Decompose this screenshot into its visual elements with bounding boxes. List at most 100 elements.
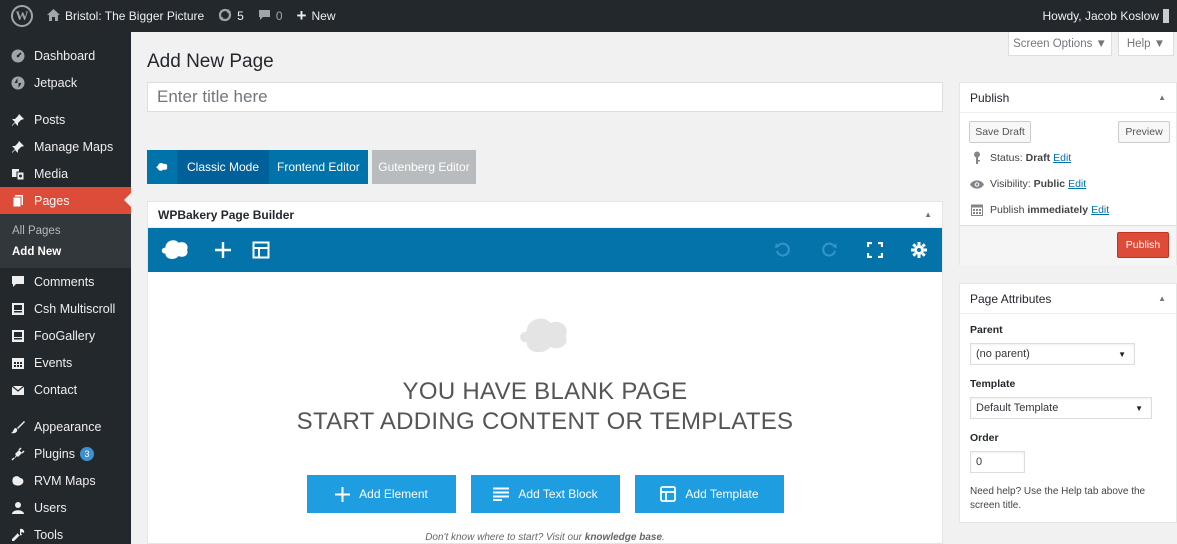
collapse-arrow-icon[interactable]: ▲ (1158, 93, 1166, 102)
sidebar-item-csh-multiscroll[interactable]: Csh Multiscroll (0, 295, 131, 322)
sidebar-item-comments[interactable]: Comments (0, 268, 131, 295)
save-draft-button[interactable]: Save Draft (969, 121, 1031, 143)
parent-select-value: (no parent) (976, 348, 1030, 360)
knowledge-base-link[interactable]: knowledge base (585, 532, 662, 543)
avatar (1163, 9, 1169, 23)
template-label: Template (970, 378, 1016, 390)
comments-link[interactable]: 0 (251, 0, 290, 32)
my-account[interactable]: Howdy, Jacob Koslow (1043, 9, 1177, 23)
parent-select[interactable]: (no parent) ▼ (970, 343, 1135, 365)
frontend-editor-button[interactable]: Frontend Editor (269, 150, 368, 184)
add-template-button[interactable]: Add Template (635, 475, 784, 513)
collapse-arrow-icon[interactable]: ▲ (1158, 294, 1166, 303)
add-element-button[interactable]: Add Element (307, 475, 456, 513)
sidebar-item-dashboard[interactable]: Dashboard (0, 42, 131, 69)
submenu-all-pages[interactable]: All Pages (0, 220, 131, 241)
visibility-label: Visibility: (990, 178, 1031, 190)
wpbakery-box-header[interactable]: WPBakery Page Builder ▲ (148, 202, 942, 228)
calendar-icon (970, 204, 984, 216)
wrench-icon (10, 527, 26, 543)
sidebar-item-rvm-maps[interactable]: RVM Maps (0, 467, 131, 494)
visibility-value: Public (1033, 178, 1066, 190)
parent-label: Parent (970, 324, 1003, 336)
sidebar-item-jetpack[interactable]: Jetpack (0, 69, 131, 96)
publishing-action: Publish (960, 225, 1176, 265)
chevron-down-icon: ▼ (1135, 403, 1143, 413)
updates-link[interactable]: 5 (211, 0, 251, 32)
sidebar-item-contact[interactable]: Contact (0, 376, 131, 403)
submenu-add-new[interactable]: Add New (0, 241, 131, 262)
publish-button[interactable]: Publish (1117, 232, 1169, 258)
pin-icon (10, 112, 26, 128)
sidebar-item-events[interactable]: Events (0, 349, 131, 376)
status-value: Draft (1025, 151, 1051, 164)
updates-icon (218, 8, 232, 25)
calendar-icon (10, 355, 26, 371)
howdy-text: Howdy, Jacob Koslow (1042, 9, 1160, 23)
status-label: Status: (990, 151, 1023, 164)
sidebar-item-users[interactable]: Users (0, 494, 131, 521)
pages-submenu: All Pages Add New (0, 214, 131, 268)
sidebar-item-media[interactable]: Media (0, 160, 131, 187)
undo-icon[interactable] (768, 228, 798, 272)
sidebar-item-label: Csh Multiscroll (34, 301, 116, 316)
wpbakery-logo-button[interactable] (147, 150, 177, 184)
template-icon (660, 486, 677, 502)
template-select-value: Default Template (976, 402, 1059, 414)
wp-logo-menu[interactable]: W (0, 0, 40, 32)
help-button[interactable]: Help ▼ (1118, 32, 1174, 56)
blank-page-heading: YOU HAVE BLANK PAGE (402, 378, 688, 405)
edit-status-link[interactable]: Edit (1053, 152, 1071, 164)
gallery-icon (10, 328, 26, 344)
site-name-link[interactable]: Bristol: The Bigger Picture (40, 0, 211, 32)
redo-icon[interactable] (814, 228, 844, 272)
settings-gear-icon[interactable] (904, 228, 934, 272)
sidebar-item-foogallery[interactable]: FooGallery (0, 322, 131, 349)
visibility-row: Visibility: Public Edit (970, 178, 1086, 190)
sidebar-item-tools[interactable]: Tools (0, 521, 131, 544)
jetpack-icon (10, 75, 26, 91)
wpbakery-box-title: WPBakery Page Builder (158, 207, 295, 222)
plugin-icon (10, 446, 26, 462)
sidebar-item-posts[interactable]: Posts (0, 106, 131, 133)
classic-mode-button[interactable]: Classic Mode (177, 150, 270, 184)
eye-icon (970, 179, 984, 189)
sidebar-item-label: RVM Maps (34, 473, 96, 488)
edit-publish-date-link[interactable]: Edit (1091, 204, 1109, 216)
sidebar-item-label: Posts (34, 112, 66, 127)
gutenberg-editor-button[interactable]: Gutenberg Editor (372, 150, 476, 184)
editor-mode-switcher: Classic Mode Frontend Editor (147, 150, 368, 184)
chevron-down-icon: ▼ (1118, 349, 1126, 359)
sidebar-item-label: Manage Maps (34, 139, 114, 154)
edit-visibility-link[interactable]: Edit (1068, 178, 1086, 190)
sidebar-item-plugins[interactable]: Plugins 3 (0, 440, 131, 467)
sidebar-item-pages[interactable]: Pages (0, 187, 131, 214)
order-input[interactable]: 0 (970, 451, 1025, 473)
help-text: Need help? Use the Help tab above the sc… (970, 486, 1146, 511)
brush-icon (10, 419, 26, 435)
page-attributes-title: Page Attributes (970, 291, 1052, 306)
wpbakery-page-builder-box: WPBakery Page Builder ▲ YOU HAVE BLANK P… (147, 201, 943, 544)
status-row: Status: Draft Edit (970, 151, 1071, 164)
page-attributes-header[interactable]: Page Attributes ▲ (960, 284, 1176, 314)
sidebar-item-manage-maps[interactable]: Manage Maps (0, 133, 131, 160)
add-text-block-label: Add Text Block (518, 487, 598, 501)
wpbakery-cloud-icon (156, 162, 168, 171)
sidebar-item-label: Events (34, 355, 73, 370)
template-select[interactable]: Default Template ▼ (970, 397, 1152, 419)
title-input[interactable] (147, 82, 943, 112)
publish-box-header[interactable]: Publish ▲ (960, 83, 1176, 113)
new-content-link[interactable]: + New (290, 0, 343, 32)
screen-options-button[interactable]: Screen Options ▼ (1008, 32, 1112, 56)
sidebar-item-label: Contact (34, 382, 78, 397)
fullscreen-icon[interactable] (860, 228, 890, 272)
wpbakery-logo-icon[interactable] (158, 228, 192, 272)
collapse-arrow-icon[interactable]: ▲ (924, 210, 932, 219)
sidebar-item-appearance[interactable]: Appearance (0, 413, 131, 440)
add-text-block-button[interactable]: Add Text Block (471, 475, 620, 513)
plugins-update-badge: 3 (80, 446, 94, 461)
add-element-icon[interactable] (206, 228, 240, 272)
preview-button[interactable]: Preview (1118, 121, 1170, 143)
sidebar-item-label: Media (34, 166, 69, 181)
templates-icon[interactable] (244, 228, 278, 272)
